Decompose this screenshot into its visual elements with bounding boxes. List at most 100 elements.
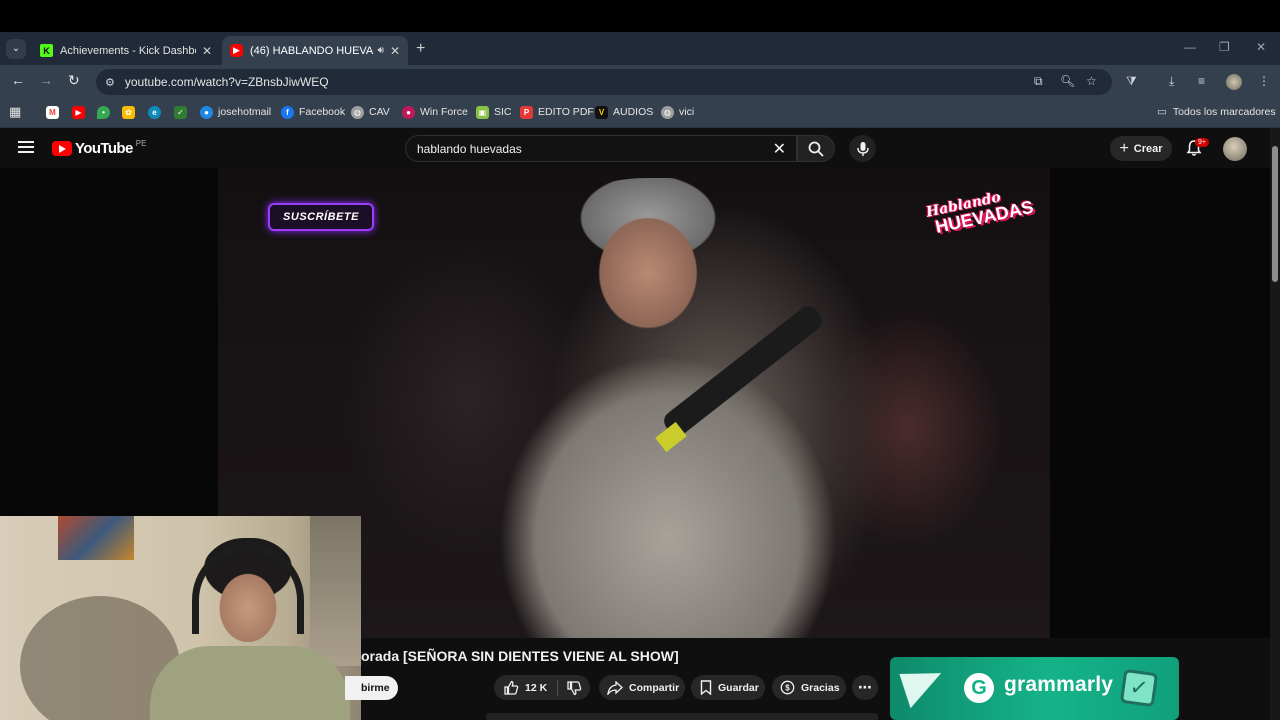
site-info-icon[interactable]: ⚙ (105, 76, 115, 89)
hamburger-menu-icon[interactable] (18, 141, 34, 153)
voice-search-button[interactable] (849, 135, 876, 162)
description-box[interactable] (486, 713, 878, 720)
close-tab-icon[interactable]: ✕ (202, 44, 212, 58)
scrollbar-thumb[interactable] (1272, 146, 1278, 282)
kick-favicon-icon: K (40, 44, 53, 57)
svg-text:$: $ (785, 684, 790, 693)
v-icon: V (595, 105, 608, 119)
tab-kick-dashboard[interactable]: K Achievements - Kick Dashboard ✕ (32, 36, 220, 65)
super-thanks-icon: $ (780, 680, 795, 695)
youtube-logo[interactable]: YouTube PE (52, 139, 147, 157)
wall-picture (58, 516, 134, 560)
save-button[interactable]: Guardar (691, 675, 765, 700)
subscribe-button[interactable]: birme (345, 676, 398, 700)
region-code: PE (135, 139, 147, 148)
facebook-icon: f (281, 105, 294, 119)
share-label: Compartir (629, 681, 680, 694)
folder-icon: ▭ (1157, 106, 1167, 118)
bookmark-audios[interactable]: V AUDIOS (595, 104, 653, 120)
media-control-icon[interactable]: ≡ (1198, 74, 1205, 88)
tab-youtube[interactable]: ▶ (46) HABLANDO HUEVADA 🔊︎ ✕ (222, 36, 408, 65)
account-avatar[interactable] (1223, 137, 1247, 161)
maps-bookmark-icon[interactable]: • (97, 104, 115, 120)
menu-dots-icon[interactable]: ⋮ (1258, 74, 1270, 88)
winforce-icon: ● (402, 105, 415, 119)
tab-search-icon[interactable]: ⌄ (6, 38, 26, 59)
ad-brand: grammarly (1004, 673, 1114, 696)
search-box[interactable]: hablando huevadas ✕ (405, 135, 797, 162)
zoom-icon[interactable]: 🔍︎ (1060, 74, 1075, 88)
thumbs-down-icon[interactable] (566, 680, 582, 696)
minimize-icon[interactable]: — (1184, 40, 1196, 54)
bookmark-sic[interactable]: ▣ SIC (476, 104, 512, 120)
like-button[interactable]: 12 K (503, 680, 547, 696)
profile-avatar[interactable] (1226, 74, 1242, 90)
page-scrollbar[interactable] (1270, 128, 1280, 720)
divider (557, 679, 559, 696)
window-close-icon[interactable]: ✕ (1256, 40, 1266, 54)
bookmark-facebook[interactable]: f Facebook (281, 104, 345, 120)
shelf (310, 516, 361, 666)
clear-search-icon[interactable]: ✕ (773, 139, 786, 159)
gmail-bookmark-icon[interactable]: M (46, 104, 64, 120)
create-button[interactable]: + Crear (1110, 136, 1172, 161)
speaker-woman (448, 178, 868, 638)
bookmark-star-icon[interactable]: ☆ (1086, 74, 1097, 88)
video-subscribe-overlay: SUSCRÍBETE (268, 203, 374, 231)
like-dislike-group[interactable]: 12 K (494, 675, 590, 700)
microphone-icon (856, 141, 869, 156)
bookmark-edito-pdf[interactable]: P EDITO PDF (520, 104, 594, 120)
youtube-favicon-icon: ▶ (230, 44, 243, 57)
forward-icon[interactable]: → (39, 72, 53, 88)
back-icon[interactable]: ← (11, 72, 25, 88)
thanks-button[interactable]: $ Gracias (772, 675, 846, 700)
bookmark-label: vici (679, 106, 695, 118)
check-bookmark-icon[interactable]: ✓ (174, 104, 192, 120)
create-label: Crear (1133, 142, 1163, 155)
bookmark-label: Facebook (299, 106, 346, 118)
speaker-icon[interactable]: 🔊︎ (378, 45, 384, 56)
new-tab-icon[interactable]: + (416, 40, 425, 58)
notification-badge: 9+ (1195, 138, 1209, 147)
bookmark-label: AUDIOS (613, 106, 654, 118)
tab-title: (46) HABLANDO HUEVADA (250, 44, 374, 57)
close-tab-icon[interactable]: ✕ (390, 44, 400, 58)
globe-icon: ● (200, 105, 213, 119)
extensions-icon[interactable]: ⧩ (1126, 74, 1137, 89)
plus-icon: + (1119, 139, 1129, 157)
search-input[interactable]: hablando huevadas (417, 142, 773, 156)
grammarly-ad[interactable]: G grammarly ✓ (890, 657, 1179, 720)
bookmark-cav[interactable]: ◍ CAV (351, 104, 390, 120)
all-bookmarks[interactable]: ▭ Todos los marcadores (1157, 104, 1276, 120)
reload-icon[interactable]: ↻ (68, 72, 80, 89)
all-bookmarks-label: Todos los marcadores (1172, 106, 1276, 118)
restore-icon[interactable]: ❐ (1219, 40, 1230, 54)
bookmark-vici[interactable]: ◍ vici (661, 104, 694, 120)
youtube-play-icon (52, 141, 72, 156)
share-button[interactable]: Compartir (599, 675, 685, 700)
bookmark-label: SIC (494, 106, 512, 118)
bookmark-josehotmail[interactable]: ● josehotmail (200, 104, 271, 120)
globe-icon: ◍ (351, 105, 364, 119)
bookmark-winforce[interactable]: ● Win Force (402, 104, 468, 120)
sic-icon: ▣ (476, 105, 489, 119)
pdf-icon: P (520, 105, 533, 119)
search-button[interactable] (797, 135, 835, 162)
grammarly-logo-icon: G (964, 673, 994, 703)
photos-bookmark-icon[interactable]: ✿ (122, 104, 140, 120)
bookmark-label: CAV (369, 106, 390, 118)
downloads-icon[interactable]: ⤓ (1169, 74, 1174, 89)
install-app-icon[interactable]: ⧉ (1034, 74, 1043, 89)
logo-text: YouTube (75, 140, 133, 157)
bookmark-label: Win Force (420, 106, 468, 118)
address-bar[interactable]: ⚙ youtube.com/watch?v=ZBnsbJiwWEQ (96, 69, 1112, 95)
url-text: youtube.com/watch?v=ZBnsbJiwWEQ (124, 75, 329, 89)
webcam-overlay (0, 516, 361, 720)
apps-grid-icon[interactable]: ▦ (9, 104, 21, 120)
checkmark-badge-icon: ✓ (1119, 668, 1159, 708)
more-actions-icon[interactable]: ⋯ (852, 675, 878, 700)
edge-bookmark-icon[interactable]: e (148, 104, 166, 120)
youtube-bookmark-icon[interactable]: ▶ (72, 104, 90, 120)
search-icon (808, 141, 824, 157)
globe-icon: ◍ (661, 105, 674, 119)
